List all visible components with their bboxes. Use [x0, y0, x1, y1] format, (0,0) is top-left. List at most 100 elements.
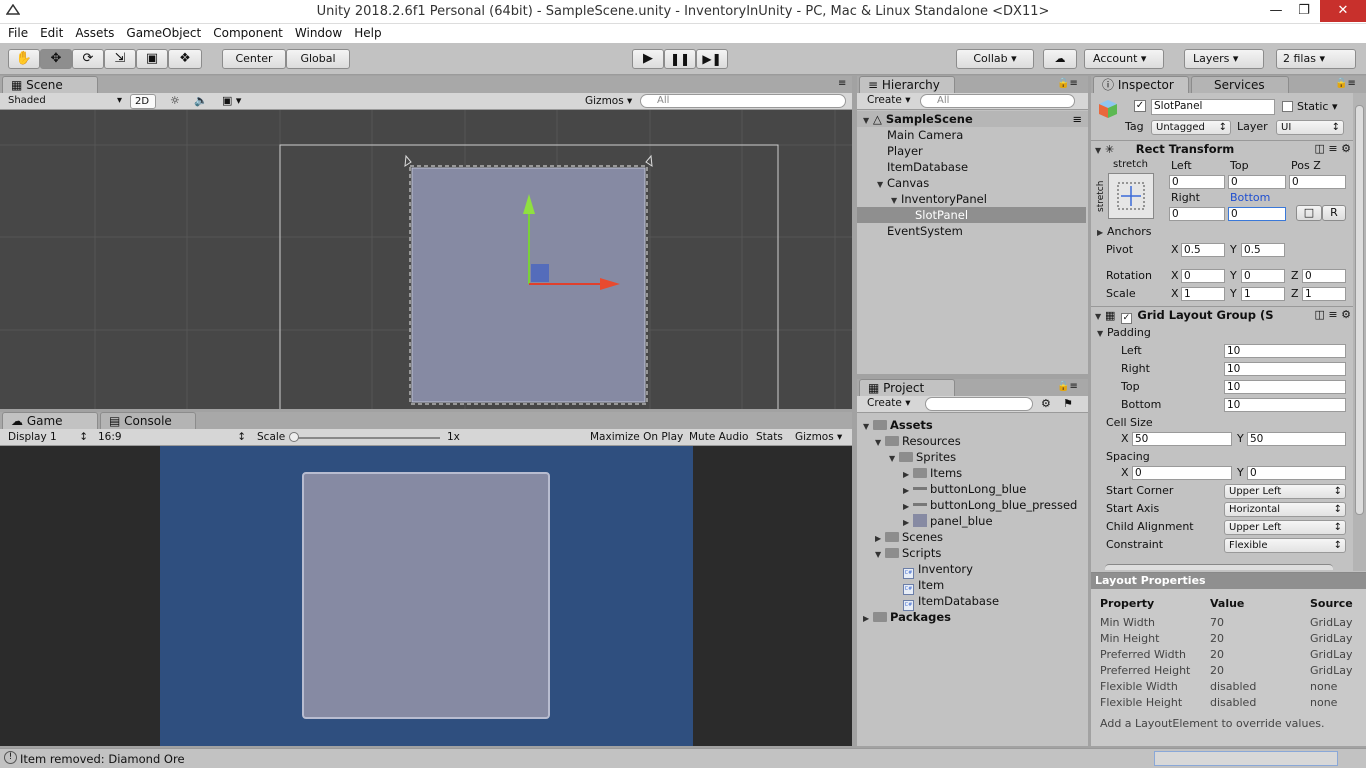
- grid-enabled-checkbox[interactable]: ✓: [1120, 313, 1132, 324]
- scale-slider-thumb[interactable]: [289, 432, 299, 442]
- pause-button[interactable]: ❚❚: [664, 49, 696, 69]
- spacing-x-field[interactable]: 0: [1132, 466, 1232, 480]
- tab-console[interactable]: ▤ Console: [100, 412, 196, 429]
- right-field[interactable]: 0: [1169, 207, 1225, 221]
- rect-transform-header[interactable]: ▼ ✳ Rect Transform ◫ ≡ ⚙: [1095, 142, 1353, 158]
- project-item-scenes[interactable]: ▶ Scenes: [857, 529, 1088, 545]
- grid-layout-group-header[interactable]: ▼ ▦ ✓ Grid Layout Group (S ◫ ≡ ⚙: [1095, 308, 1353, 324]
- mute-audio-toggle[interactable]: Mute Audio: [689, 430, 748, 444]
- filter-label-icon[interactable]: ⚑: [1063, 397, 1073, 410]
- game-viewport[interactable]: [0, 446, 852, 746]
- menu-edit[interactable]: Edit: [34, 24, 69, 42]
- project-search-input[interactable]: [925, 397, 1033, 411]
- lighting-toggle-icon[interactable]: ☼: [170, 94, 180, 107]
- step-button[interactable]: ▶❚: [696, 49, 728, 69]
- maximize-on-play-toggle[interactable]: Maximize On Play: [590, 430, 683, 444]
- spacing-y-field[interactable]: 0: [1247, 466, 1346, 480]
- tab-hierarchy[interactable]: ≡ Hierarchy: [859, 76, 955, 93]
- inspector-lock-icon[interactable]: 🔒≡: [1335, 78, 1356, 89]
- shading-dropdown[interactable]: Shaded ▾: [4, 94, 126, 109]
- project-item-packages[interactable]: ▶ Packages: [857, 609, 1088, 625]
- layers-dropdown[interactable]: Layers ▾: [1184, 49, 1264, 69]
- scene-root-row[interactable]: ▼ △ SampleScene ≡: [857, 111, 1088, 127]
- tab-project[interactable]: ▦ Project: [859, 379, 955, 396]
- maximize-button[interactable]: ❐: [1284, 0, 1324, 22]
- account-dropdown[interactable]: Account ▾: [1084, 49, 1164, 69]
- scale-z-field[interactable]: 1: [1302, 287, 1346, 301]
- menu-gameobject[interactable]: GameObject: [120, 24, 207, 42]
- component-menu-icons[interactable]: ◫ ≡ ⚙: [1315, 142, 1351, 155]
- menu-window[interactable]: Window: [289, 24, 348, 42]
- display-dropdown[interactable]: Display 1 ↕: [8, 430, 92, 444]
- padding-top-field[interactable]: 10: [1224, 380, 1346, 394]
- raw-edit-button[interactable]: R: [1322, 205, 1346, 221]
- hierarchy-row-canvas[interactable]: ▼ Canvas: [857, 175, 1088, 191]
- menu-assets[interactable]: Assets: [69, 24, 120, 42]
- audio-toggle-icon[interactable]: 🔈: [194, 94, 208, 107]
- global-local-button[interactable]: Global: [286, 49, 350, 69]
- constraint-dropdown[interactable]: Flexible ↕: [1224, 538, 1346, 553]
- hierarchy-row-player[interactable]: Player: [857, 143, 1088, 159]
- static-checkbox[interactable]: [1282, 101, 1293, 112]
- transform-tool-icon[interactable]: ❖: [168, 49, 202, 69]
- project-item-panel-blue[interactable]: ▶ panel_blue: [857, 513, 1088, 529]
- layer-dropdown[interactable]: UI ↕: [1276, 120, 1344, 135]
- layout-dropdown[interactable]: 2 filas ▾: [1276, 49, 1356, 69]
- tab-inspector[interactable]: ⓘ Inspector: [1093, 76, 1189, 93]
- padding-right-field[interactable]: 10: [1224, 362, 1346, 376]
- layout-properties-title[interactable]: Layout Properties: [1091, 573, 1366, 589]
- move-tool-icon[interactable]: ✥: [40, 49, 72, 69]
- project-item-scripts[interactable]: ▼ Scripts: [857, 545, 1088, 561]
- posz-field[interactable]: 0: [1289, 175, 1346, 189]
- hierarchy-search-input[interactable]: All: [920, 94, 1075, 108]
- rotation-y-field[interactable]: 0: [1241, 269, 1285, 283]
- gizmos-dropdown[interactable]: Gizmos ▾: [585, 95, 632, 107]
- project-item-items[interactable]: ▶ Items: [857, 465, 1088, 481]
- active-checkbox[interactable]: ✓: [1134, 100, 1146, 112]
- rotation-x-field[interactable]: 0: [1181, 269, 1225, 283]
- grid-component-menu-icons[interactable]: ◫ ≡ ⚙: [1315, 308, 1351, 321]
- lock-icon[interactable]: 🔒≡: [1057, 78, 1078, 89]
- scale-y-field[interactable]: 1: [1241, 287, 1285, 301]
- aspect-dropdown[interactable]: 16:9 ↕: [98, 430, 250, 444]
- scale-x-field[interactable]: 1: [1181, 287, 1225, 301]
- menu-component[interactable]: Component: [207, 24, 289, 42]
- anchor-preset-button[interactable]: [1108, 173, 1154, 219]
- child-alignment-dropdown[interactable]: Upper Left ↕: [1224, 520, 1346, 535]
- game-gizmos-dropdown[interactable]: Gizmos ▾: [795, 430, 842, 444]
- project-item-resources[interactable]: ▼ Resources: [857, 433, 1088, 449]
- status-bar[interactable]: ! Item removed: Diamond Ore: [0, 748, 1366, 768]
- menu-help[interactable]: Help: [348, 24, 387, 42]
- stats-toggle[interactable]: Stats: [756, 430, 783, 444]
- project-create-dropdown[interactable]: Create ▾: [867, 397, 911, 409]
- hierarchy-row-slotpanel[interactable]: SlotPanel: [857, 207, 1086, 223]
- menu-file[interactable]: File: [0, 24, 34, 42]
- filter-type-icon[interactable]: ⚙: [1041, 397, 1051, 410]
- cell-size-x-field[interactable]: 50: [1132, 432, 1232, 446]
- rotation-z-field[interactable]: 0: [1302, 269, 1346, 283]
- hierarchy-row-itemdatabase[interactable]: ItemDatabase: [857, 159, 1088, 175]
- project-item-item-script[interactable]: C# Item: [857, 577, 1088, 595]
- effects-dropdown-icon[interactable]: ▣ ▾: [222, 94, 241, 107]
- padding-left-field[interactable]: 10: [1224, 344, 1346, 358]
- scale-tool-icon[interactable]: ⇲: [104, 49, 136, 69]
- left-field[interactable]: 0: [1169, 175, 1225, 189]
- hierarchy-create-dropdown[interactable]: Create ▾: [867, 94, 911, 106]
- hand-tool-icon[interactable]: ✋: [8, 49, 40, 69]
- play-button[interactable]: ▶: [632, 49, 664, 69]
- pivot-center-button[interactable]: Center: [222, 49, 286, 69]
- anchors-foldout[interactable]: ▶ Anchors: [1097, 225, 1152, 240]
- project-item-itemdatabase-script[interactable]: C# ItemDatabase: [857, 593, 1088, 611]
- padding-bottom-field[interactable]: 10: [1224, 398, 1346, 412]
- project-item-buttonlong-blue-pressed[interactable]: ▶ buttonLong_blue_pressed: [857, 497, 1088, 513]
- project-item-assets[interactable]: ▼ Assets: [857, 417, 1088, 433]
- bottom-field[interactable]: 0: [1228, 207, 1286, 221]
- rect-tool-icon[interactable]: ▣: [136, 49, 168, 69]
- blueprint-mode-button[interactable]: □: [1296, 205, 1322, 221]
- pivot-x-field[interactable]: 0.5: [1181, 243, 1225, 257]
- scene-search-input[interactable]: All: [640, 94, 846, 108]
- tab-services[interactable]: Services: [1191, 76, 1289, 93]
- scale-slider[interactable]: [290, 437, 440, 439]
- project-item-inventory-script[interactable]: C# Inventory: [857, 561, 1088, 579]
- hierarchy-row-inventorypanel[interactable]: ▼ InventoryPanel: [857, 191, 1088, 207]
